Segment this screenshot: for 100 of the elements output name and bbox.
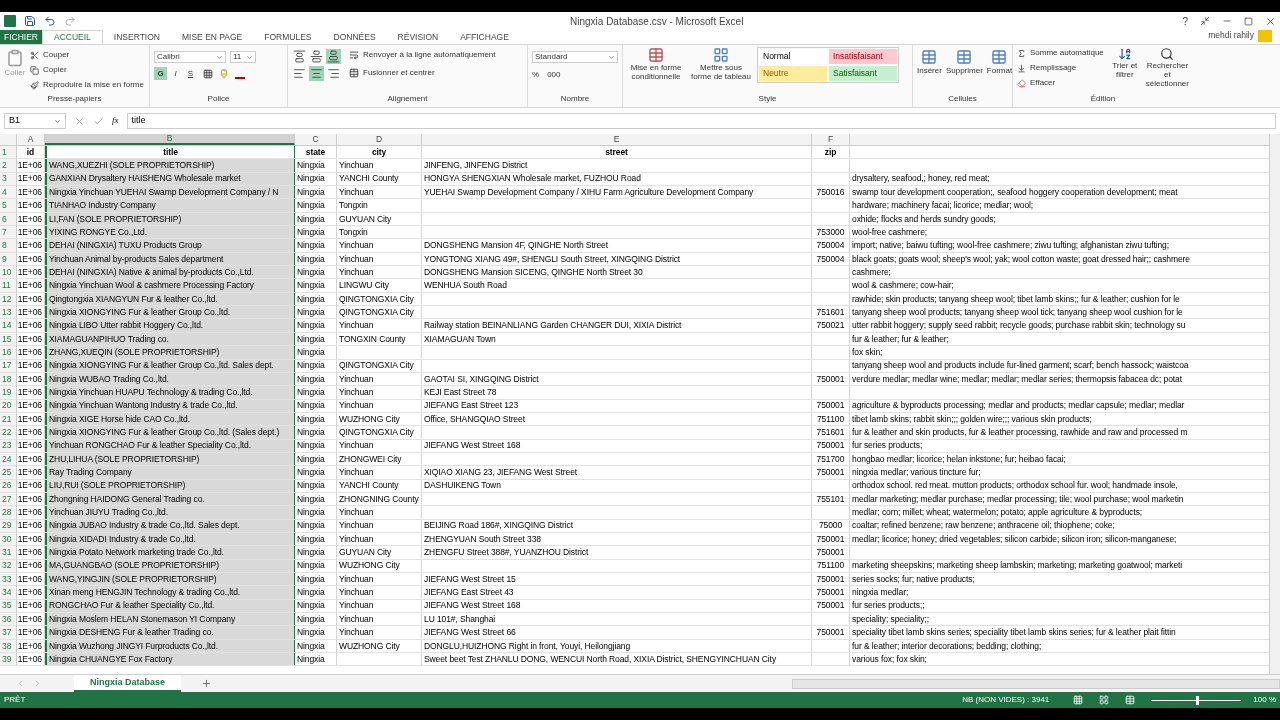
formula-input[interactable]: title — [126, 113, 1276, 129]
merge-center-button[interactable]: Fusionner et centrer — [349, 67, 496, 79]
table-cell: Yinchuan — [339, 252, 374, 266]
fill-color-icon[interactable] — [219, 68, 229, 79]
normal-view-icon[interactable] — [1073, 695, 1084, 705]
table-cell: Ningxia XIONGYING Fur & leather Group Co.,ltd. (Sales dept.) — [49, 426, 280, 439]
font-size-dropdown[interactable]: 11 — [230, 51, 256, 63]
thousands-button[interactable]: 000 — [547, 69, 561, 81]
table-cell: 1E+06 — [17, 266, 42, 279]
add-sheet-icon[interactable] — [200, 678, 212, 689]
cells-button[interactable]: Format — [986, 49, 1013, 93]
user-name[interactable]: mehdi rahily — [1208, 29, 1254, 42]
find-select-button[interactable]: Rechercher et sélectionner — [1145, 47, 1189, 93]
align-button[interactable] — [292, 66, 307, 81]
align-icon — [310, 67, 323, 80]
table-cell: Yinchuan — [339, 372, 374, 386]
horizontal-scrollbar[interactable] — [791, 678, 1280, 689]
copy-button[interactable]: Copier — [30, 64, 144, 76]
restore-icon[interactable] — [1244, 16, 1253, 26]
table-cell: WUZHONG City — [339, 639, 400, 653]
table-cell: Ningxia — [297, 599, 325, 613]
table-cell: 1E+06 — [17, 626, 42, 639]
wrap-text-button[interactable]: Renvoyer à la ligne automatiquement — [349, 49, 496, 61]
caret-icon — [216, 53, 223, 61]
format-as-table-button[interactable]: Mettre sous forme de tableau — [689, 47, 753, 93]
close-icon[interactable] — [1265, 15, 1276, 27]
align-button[interactable] — [309, 66, 324, 81]
autosum-button[interactable]: Somme automatique — [1017, 47, 1104, 59]
table-cell: YIXING RONGYE Co.,Ltd. — [49, 226, 147, 239]
name-box[interactable]: B1 — [4, 113, 66, 129]
sort-filter-button[interactable]: Trier et filtrer — [1111, 47, 1138, 93]
column-header[interactable]: F — [812, 134, 850, 145]
table-cell: Yinchuan — [339, 239, 374, 252]
align-button[interactable] — [326, 49, 341, 64]
ribbon-tab[interactable]: FORMULES — [253, 30, 323, 44]
undo-icon[interactable] — [44, 15, 56, 27]
ribbon-tab[interactable]: DONNÉES — [322, 30, 387, 44]
cells-button[interactable]: Insérer — [917, 49, 942, 93]
table-cell: 1E+06 — [17, 159, 42, 172]
table-cell: Ningxia — [297, 159, 325, 172]
table-cell: 750001 — [816, 626, 845, 639]
format-painter-button[interactable]: Reproduire la mise en forme — [30, 79, 144, 91]
column-header[interactable]: B — [45, 134, 295, 145]
table-cell: MA,GUANGBAO (SOLE PROPRIETORSHIP) — [49, 559, 219, 572]
align-button[interactable] — [326, 66, 341, 81]
table-cell: Ningxia — [297, 252, 325, 266]
font-style-button[interactable]: I — [169, 67, 182, 80]
cell-style-swatch[interactable]: Neutre — [759, 66, 827, 81]
table-cell: ningxia medlar; various tincture fur; — [852, 466, 981, 479]
table-cell: LINGWU City — [339, 279, 389, 292]
table-cell: Ningxia DESHENG Fur & leather Trading co. — [49, 626, 214, 639]
cell-style-swatch[interactable]: Insatisfaisant — [829, 49, 897, 64]
zoom-level[interactable]: 100 % — [1253, 694, 1276, 706]
ribbon-tab[interactable]: INSERTION — [102, 30, 171, 44]
align-button[interactable] — [292, 49, 307, 64]
table-cell: Ningxia WUBAO Trading Co.,ltd. — [49, 372, 169, 386]
cell-style-swatch[interactable]: Normal — [759, 49, 827, 64]
function-icon[interactable]: fx — [112, 114, 119, 128]
ribbon-tab[interactable]: AFFICHAGE — [449, 30, 520, 44]
group-label: Nombre — [559, 93, 591, 105]
cell-style-swatch[interactable]: Satisfaisant — [829, 66, 897, 81]
sheet-tab[interactable]: Ningxia Database — [73, 675, 181, 692]
table-cell: wool-free cashmere; — [852, 226, 928, 239]
table-cell: Ningxia JUBAO Industry & trade Co.,ltd. Sales dept. — [49, 519, 240, 532]
table-cell: Ningxia — [297, 466, 325, 479]
caret-icon — [246, 53, 253, 61]
conditional-format-button[interactable]: Mise en forme conditionnelle — [627, 47, 685, 93]
percent-button[interactable]: % — [532, 69, 540, 81]
vertical-scrollbar[interactable] — [1269, 134, 1280, 674]
table-cell: Ningxia XIGE Horse hide CAO Co.,ltd. — [49, 412, 190, 426]
column-header[interactable]: C — [295, 134, 337, 145]
column-header[interactable]: D — [337, 134, 422, 145]
table-cell: XIAMAGUANPIHUO Trading co. — [49, 332, 169, 346]
table-cell: Ningxia Moslem HELAN Stonemason YI Company — [49, 613, 236, 626]
zoom-thumb[interactable] — [1196, 695, 1200, 705]
table-cell: Ningxia LIBO Utter rabbit Hoggery Co.,ltd. — [49, 319, 204, 332]
ribbon-display-icon[interactable] — [1200, 16, 1210, 26]
table-cell: 1E+06 — [17, 639, 42, 653]
table-cell: coaltar; refined benzene; raw benzene; anthracene oil; thiophene; coke; — [852, 519, 1115, 532]
table-cell: Ningxia XIONGYING Fur & leather Group Co.,ltd. — [49, 306, 231, 319]
table-cell: 1E+06 — [17, 172, 42, 186]
column-header[interactable]: E — [422, 134, 812, 145]
clear-button[interactable]: Effacer — [1017, 77, 1104, 89]
font-style-button[interactable]: G — [154, 67, 167, 80]
font-style-button[interactable]: S — [184, 67, 197, 80]
save-icon[interactable] — [24, 15, 36, 27]
cells-button[interactable]: Supprimer — [945, 49, 983, 93]
number-format-dropdown[interactable]: Standard — [532, 51, 618, 63]
table-cell: Ray Trading Company — [49, 466, 132, 479]
align-button[interactable] — [309, 49, 324, 64]
ribbon-tab[interactable]: MISE EN PAGE — [171, 30, 254, 44]
file-tab[interactable]: FICHIER — [0, 30, 42, 44]
help-button[interactable]: ? — [1182, 13, 1188, 29]
fill-button[interactable]: Remplissage — [1017, 62, 1104, 74]
table-cell: Ningxia — [297, 506, 325, 519]
font-family-dropdown[interactable]: Calibri — [154, 51, 226, 63]
ribbon-tab[interactable]: RÉVISION — [386, 30, 450, 44]
border-icon[interactable] — [203, 68, 213, 79]
ribbon-tab[interactable]: ACCUEIL — [42, 30, 103, 44]
cut-button[interactable]: Couper — [30, 49, 144, 61]
